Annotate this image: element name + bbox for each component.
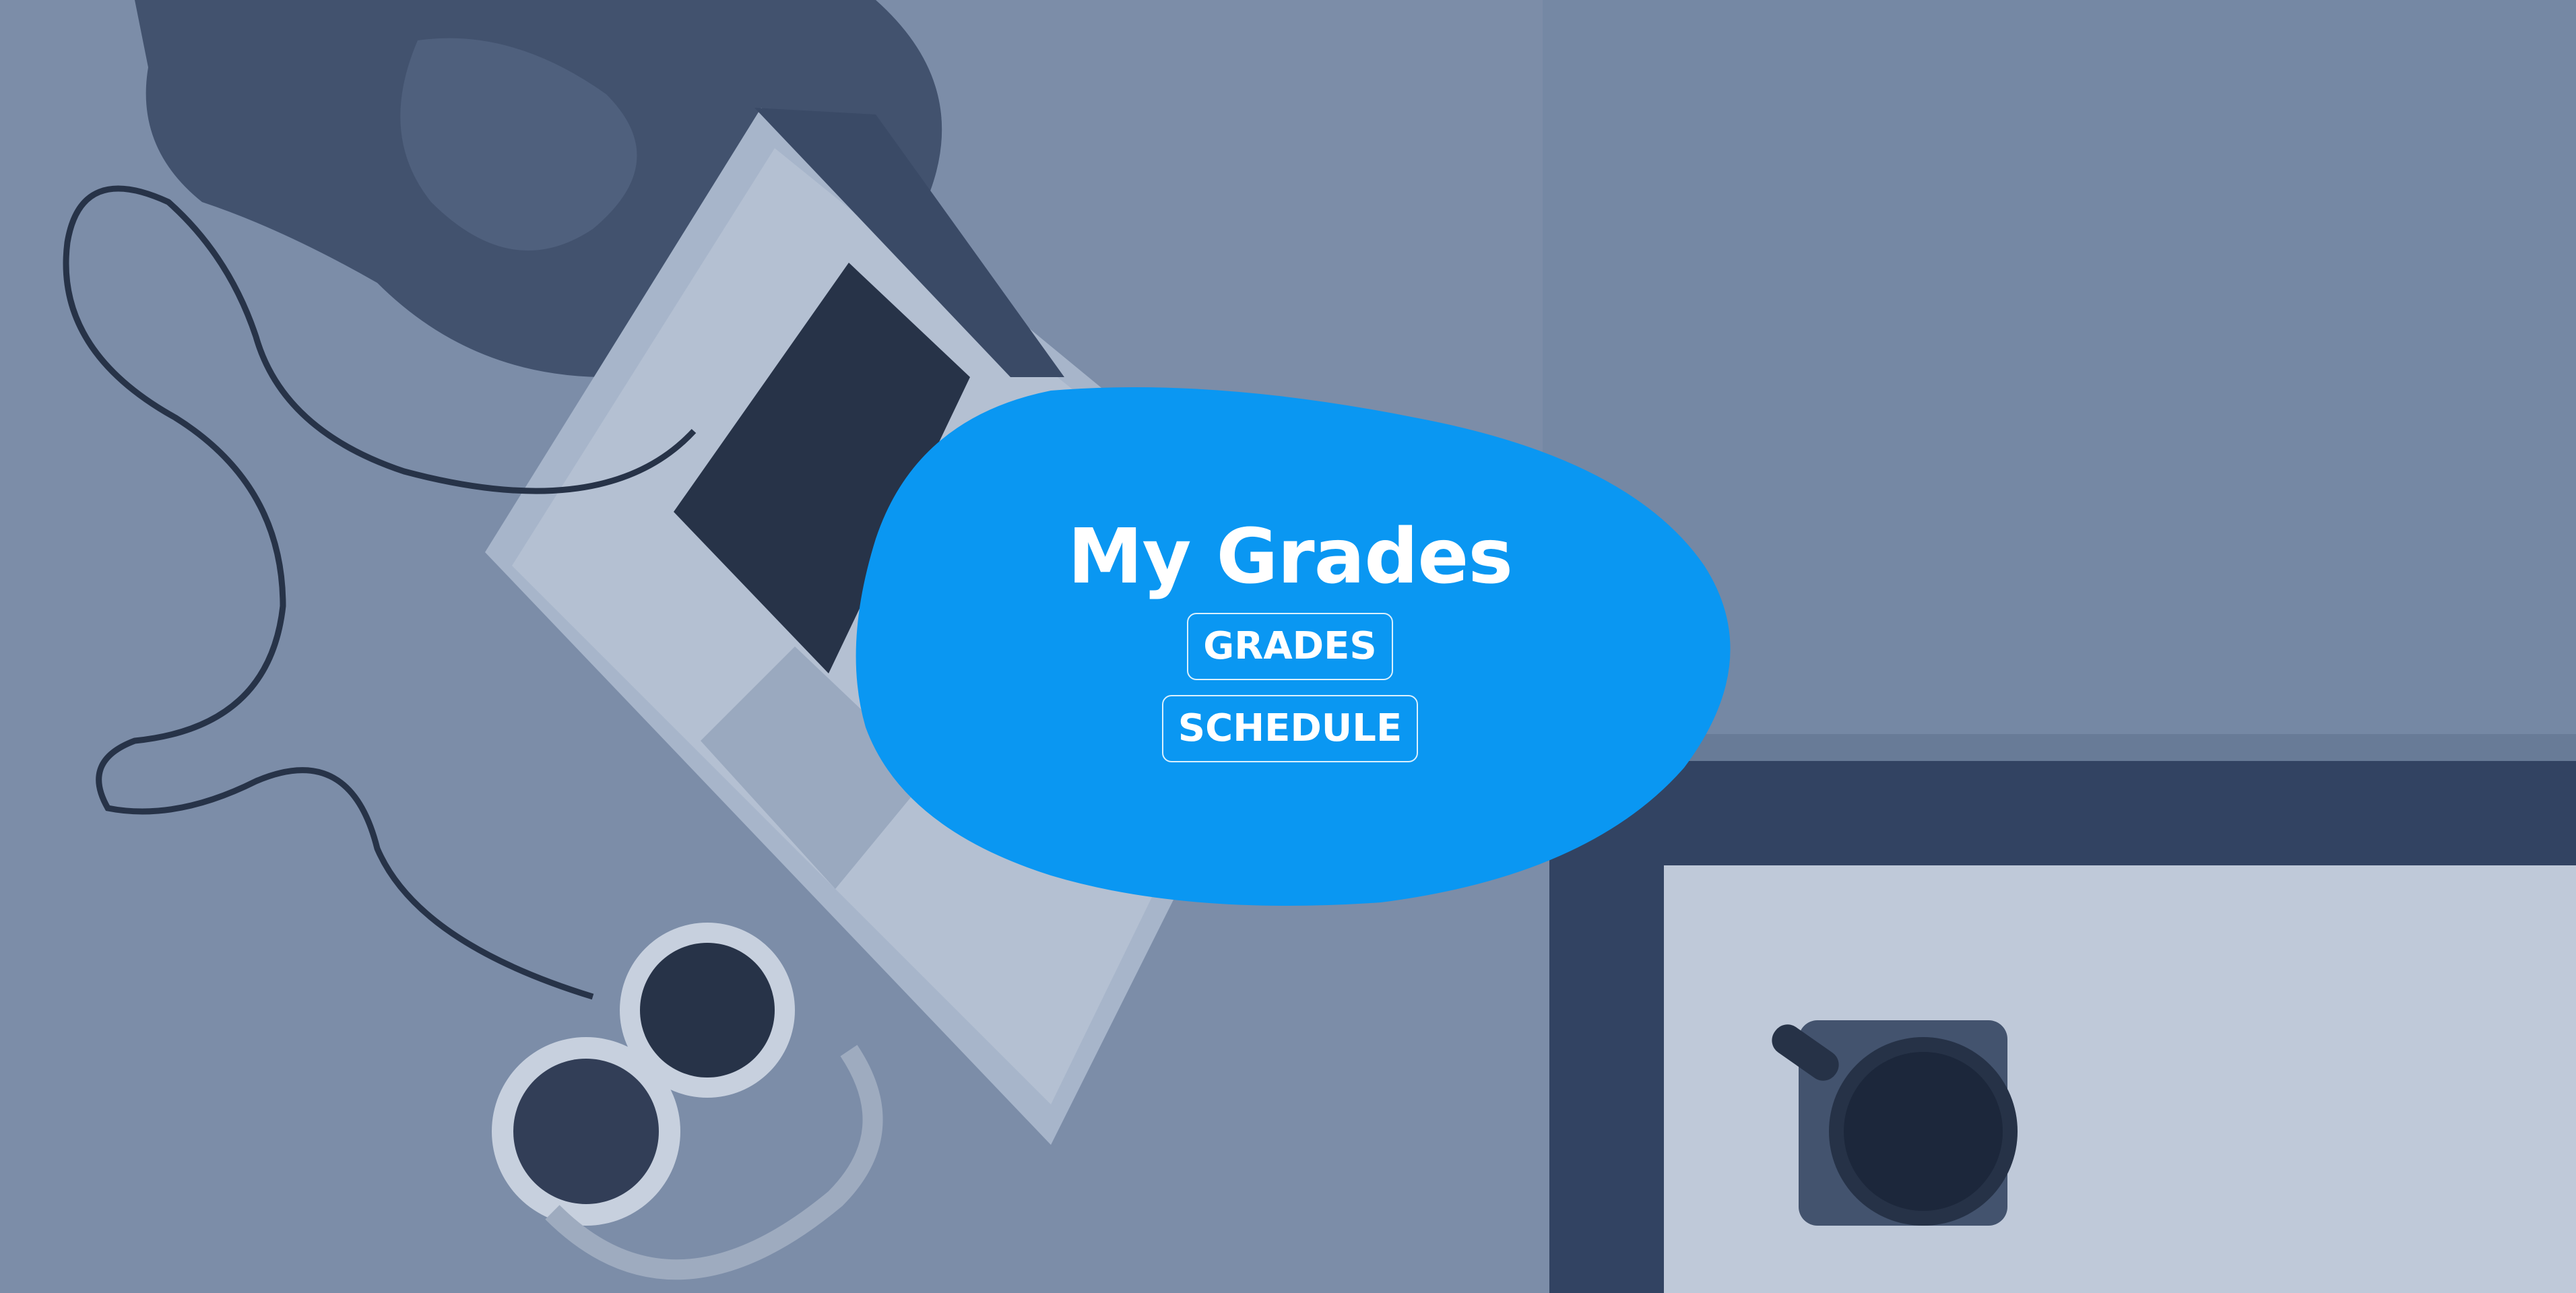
page-title: My Grades (1068, 513, 1513, 601)
grades-row: GRADES (856, 613, 1725, 681)
hero-content: My Grades GRADES SCHEDULE (856, 471, 1725, 763)
grades-button[interactable]: GRADES (1187, 613, 1393, 681)
schedule-button[interactable]: SCHEDULE (1161, 695, 1419, 763)
schedule-row: SCHEDULE (856, 695, 1725, 763)
page: My Grades GRADES SCHEDULE (0, 0, 2576, 1293)
